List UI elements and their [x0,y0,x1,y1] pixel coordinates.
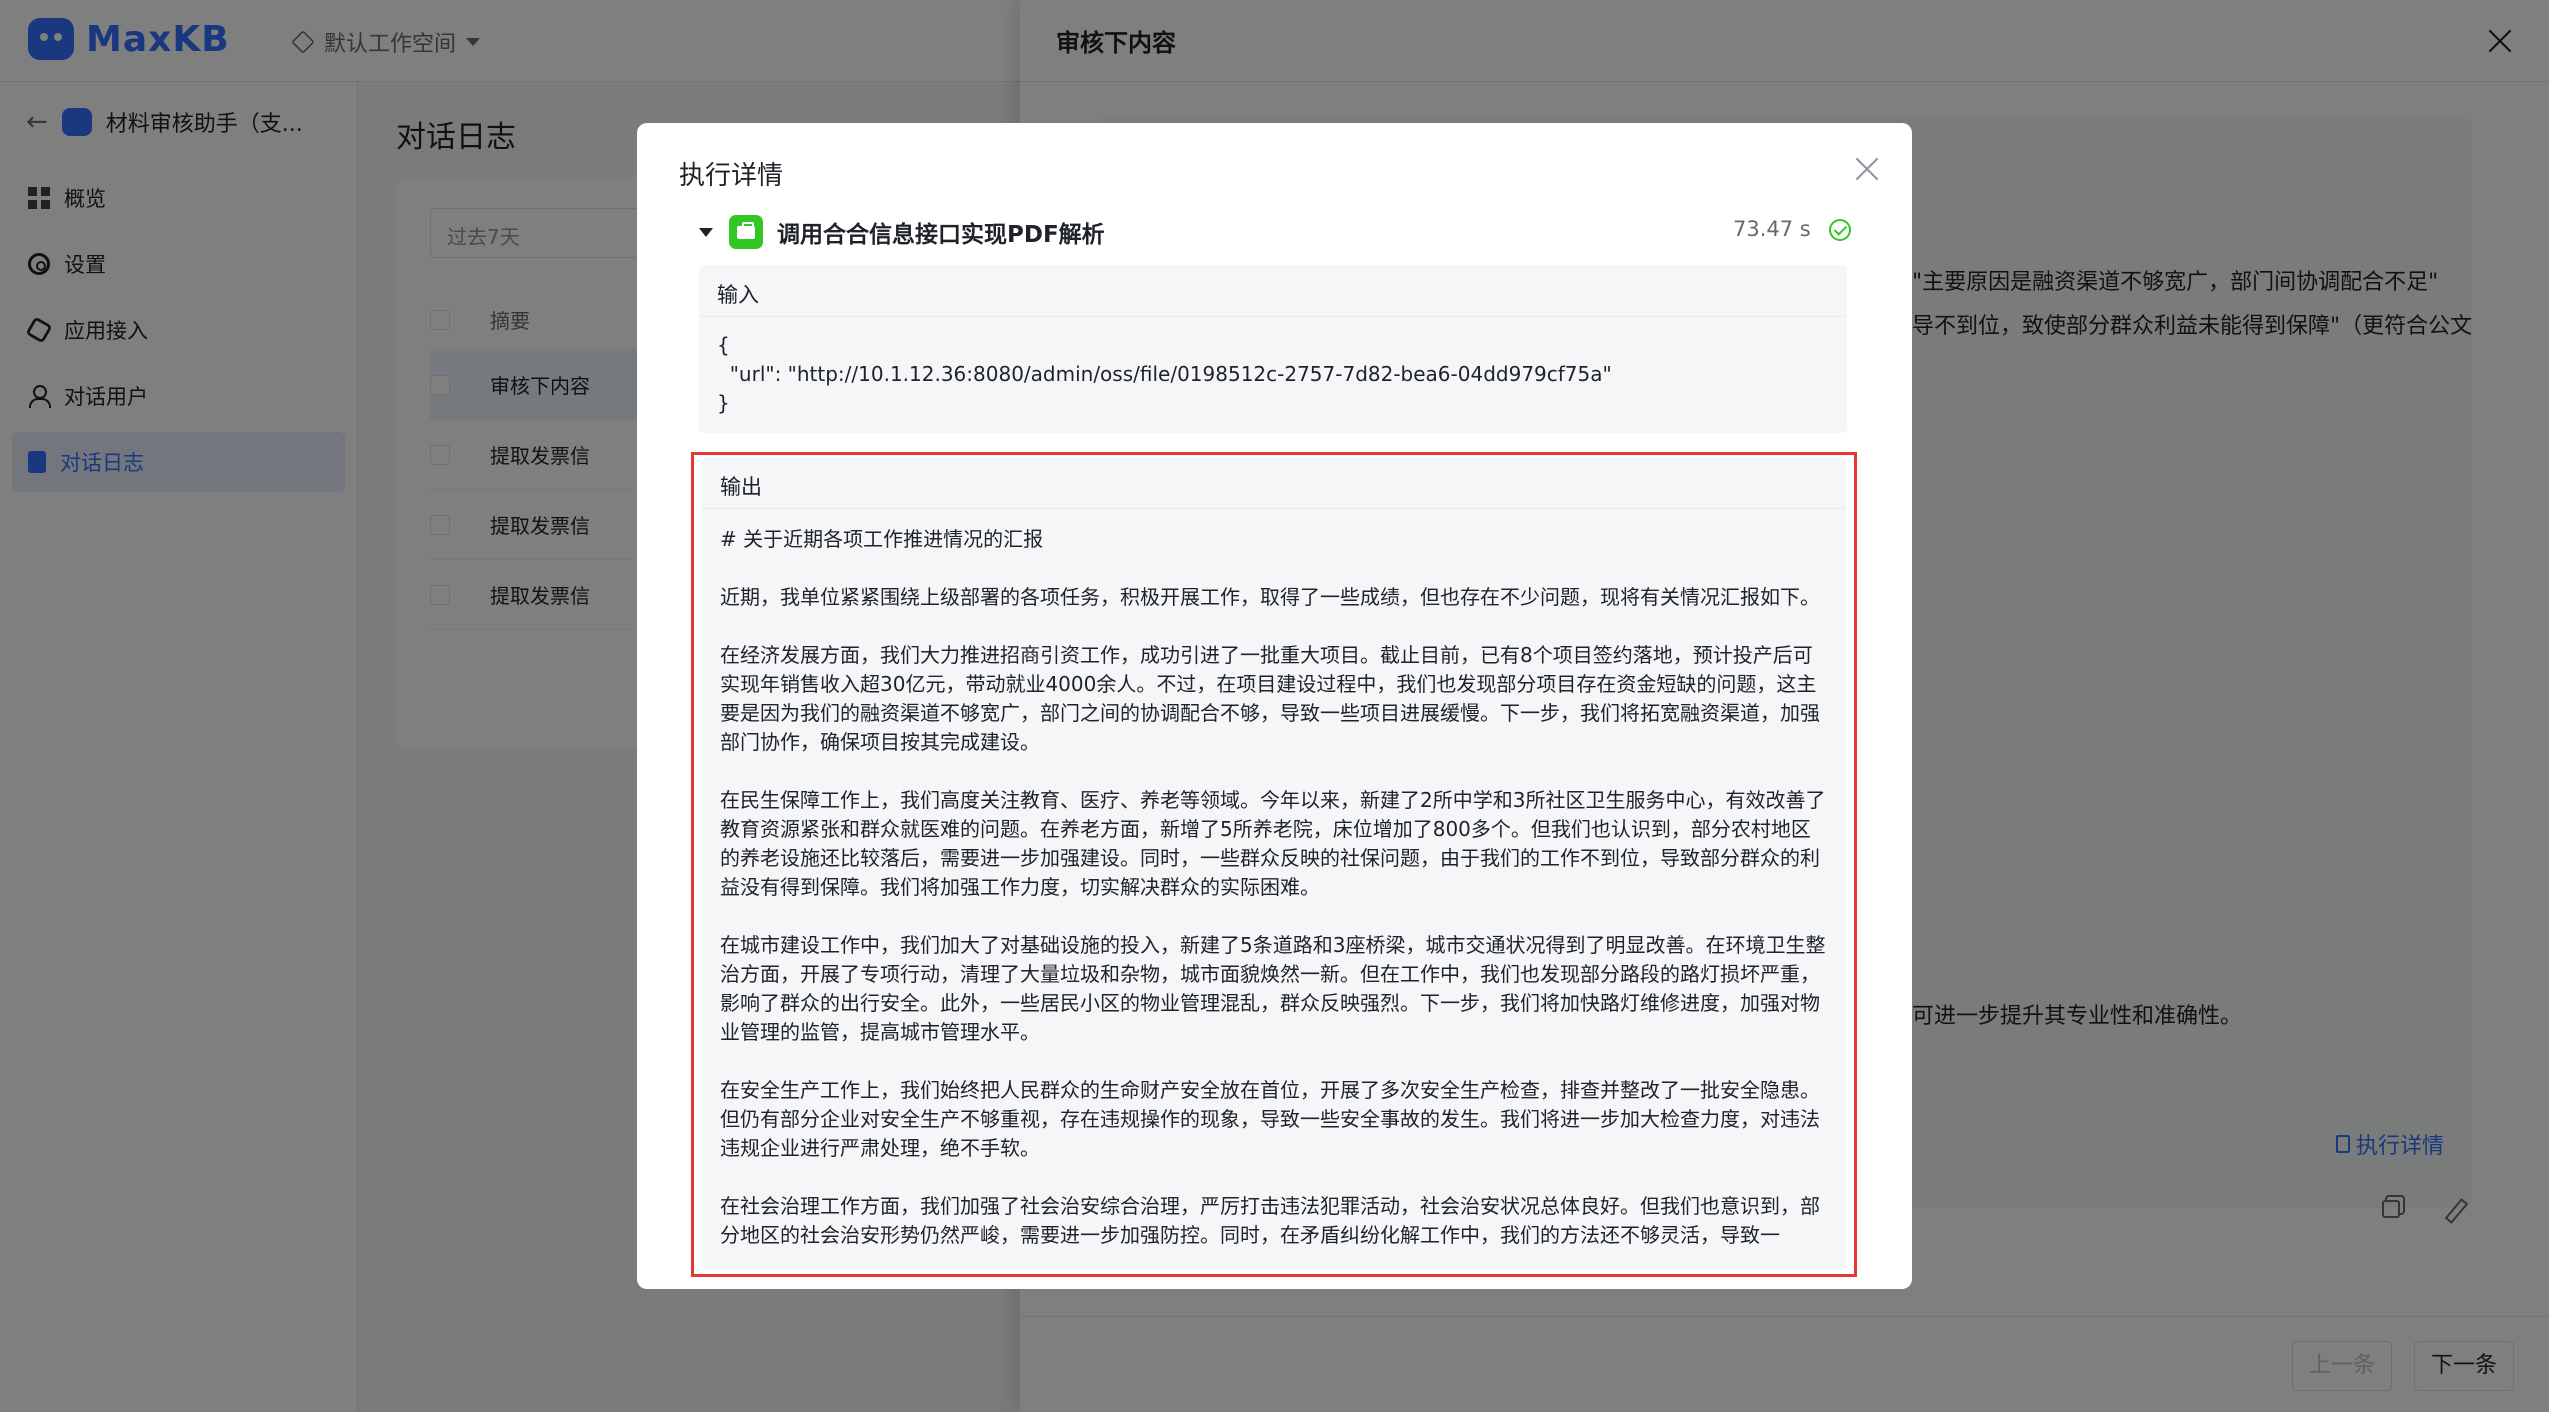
node-duration: 73.47 s [1733,217,1811,241]
output-highlight-frame: 输出 # 关于近期各项工作推进情况的汇报 近期，我单位紧紧围绕上级部署的各项任务… [691,452,1857,1277]
execution-details-dialog: 执行详情 调用合合信息接口实现PDF解析 73.47 s 输入 { "url":… [637,123,1912,1289]
input-json: { "url": "http://10.1.12.36:8080/admin/o… [717,333,1612,415]
output-paragraph: 在民生保障工作上，我们高度关注教育、医疗、养老等领域。今年以来，新建了2所中学和… [720,788,1826,899]
output-paragraph: 在社会治理工作方面，我们加强了社会治安综合治理，严厉打击违法犯罪活动，社会治安状… [720,1194,1820,1247]
caret-down-icon[interactable] [699,227,713,237]
output-paragraph: # 关于近期各项工作推进情况的汇报 [720,527,1044,551]
node-name: 调用合合信息接口实现PDF解析 [777,222,1105,248]
success-check-icon [1829,219,1851,241]
input-label: 输入 [699,265,1847,317]
output-paragraph: 在安全生产工作上，我们始终把人民群众的生命财产安全放在首位，开展了多次安全生产检… [720,1078,1820,1160]
close-icon[interactable] [1855,157,1879,181]
output-label: 输出 [702,457,1846,509]
node-header[interactable]: 调用合合信息接口实现PDF解析 73.47 s [699,209,1879,255]
input-section: 输入 { "url": "http://10.1.12.36:8080/admi… [699,265,1847,433]
output-section[interactable]: 输出 # 关于近期各项工作推进情况的汇报 近期，我单位紧紧围绕上级部署的各项任务… [702,457,1846,1269]
output-paragraph: 在城市建设工作中，我们加大了对基础设施的投入，新建了5条道路和3座桥梁，城市交通… [720,933,1826,1044]
briefcase-icon [729,215,763,249]
output-paragraph: 在经济发展方面，我们大力推进招商引资工作，成功引进了一批重大项目。截止目前，已有… [720,643,1820,754]
dialog-title: 执行详情 [679,161,784,191]
output-paragraph: 近期，我单位紧紧围绕上级部署的各项任务，积极开展工作，取得了一些成绩，但也存在不… [720,585,1820,609]
output-text: # 关于近期各项工作推进情况的汇报 近期，我单位紧紧围绕上级部署的各项任务，积极… [702,509,1846,1250]
